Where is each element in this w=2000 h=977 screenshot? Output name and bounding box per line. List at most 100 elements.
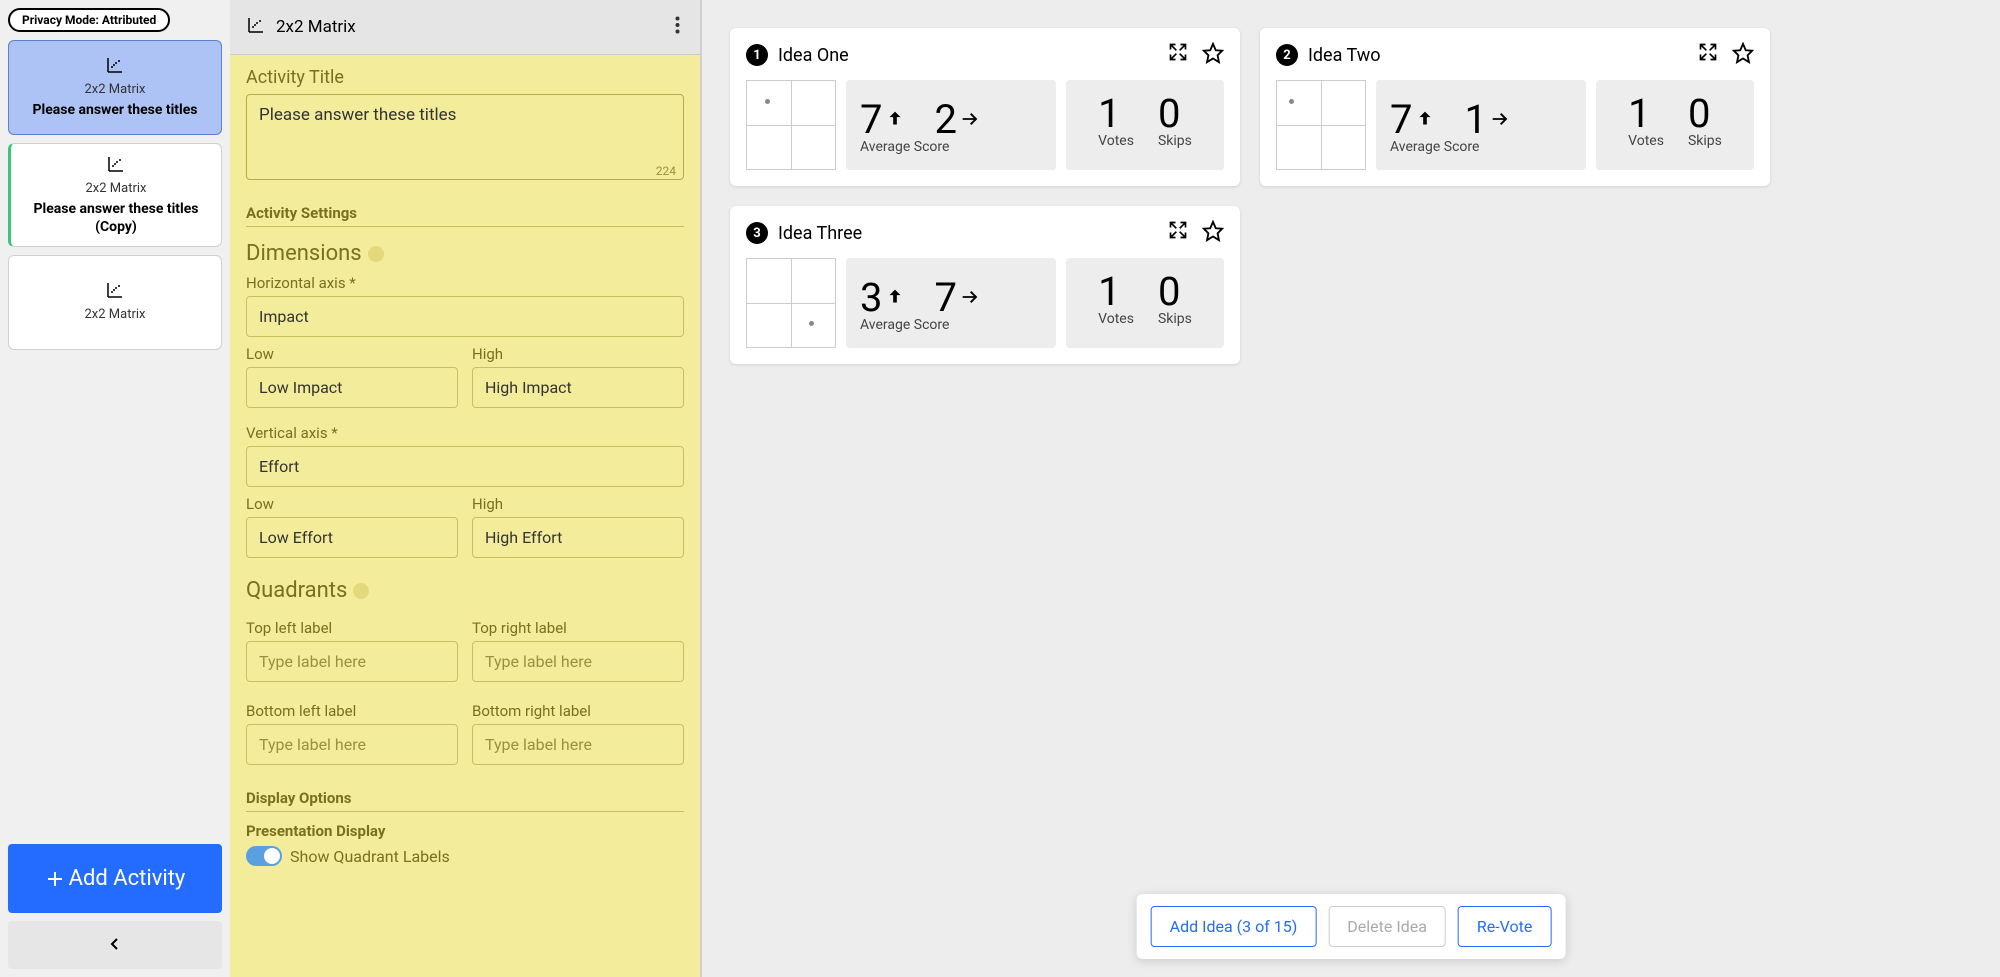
add-idea-button[interactable]: Add Idea (3 of 15) — [1151, 906, 1317, 947]
activity-card-1[interactable]: 2x2 Matrix Please answer these titles — [8, 40, 222, 135]
expand-icon[interactable] — [1698, 42, 1718, 68]
skips-count: 0 — [1158, 268, 1192, 315]
more-options-button[interactable] — [671, 12, 684, 42]
activity-title-label: Activity Title — [246, 67, 684, 88]
plus-icon — [45, 869, 65, 889]
privacy-mode-badge: Privacy Mode: Attributed — [8, 8, 170, 32]
skips-label: Skips — [1158, 133, 1192, 149]
score-vertical: 7 — [860, 96, 906, 143]
bottom-right-label: Bottom right label — [472, 702, 684, 720]
top-right-input[interactable] — [472, 641, 684, 682]
idea-card: 2 Idea Two 7 1 Average Score 1 Vo — [1260, 28, 1770, 186]
chevron-left-icon — [107, 936, 123, 952]
activity-title-input[interactable] — [246, 94, 684, 180]
votes-count: 1 — [1098, 268, 1134, 315]
matrix-thumbnail — [1276, 80, 1366, 170]
help-icon[interactable] — [368, 246, 384, 262]
h-high-input[interactable] — [472, 367, 684, 408]
top-left-input[interactable] — [246, 641, 458, 682]
activity-card-2[interactable]: 2x2 Matrix Please answer these ti­tles (… — [8, 143, 222, 247]
matrix-thumbnail — [746, 80, 836, 170]
horizontal-axis-label: Horizontal axis * — [246, 274, 684, 292]
activity-type: 2x2 Matrix — [85, 307, 146, 322]
add-activity-label: Add Activity — [69, 866, 186, 891]
display-options-label: Display Options — [246, 789, 684, 812]
activity-type: 2x2 Matrix — [86, 181, 147, 196]
idea-title: Idea Three — [778, 223, 1158, 244]
presentation-display-label: Presentation Display — [246, 822, 684, 840]
star-icon[interactable] — [1202, 220, 1224, 246]
idea-number: 3 — [746, 222, 768, 244]
score-vertical: 3 — [860, 274, 906, 321]
average-score-box: 3 7 Average Score — [846, 258, 1056, 348]
idea-title: Idea One — [778, 45, 1158, 66]
dimensions-heading: Dimensions — [246, 241, 684, 266]
matrix-thumbnail — [746, 258, 836, 348]
collapse-sidebar-button[interactable] — [8, 921, 222, 969]
skips-label: Skips — [1158, 311, 1192, 327]
matrix-icon — [105, 280, 125, 305]
star-icon[interactable] — [1732, 42, 1754, 68]
average-score-label: Average Score — [860, 317, 1042, 333]
high-label: High — [472, 345, 684, 363]
votes-skips-box: 1 Votes 0 Skips — [1066, 80, 1224, 170]
skips-count: 0 — [1158, 90, 1192, 137]
expand-icon[interactable] — [1168, 42, 1188, 68]
delete-idea-button[interactable]: Delete Idea — [1328, 906, 1446, 947]
matrix-icon — [246, 15, 266, 39]
average-score-label: Average Score — [1390, 139, 1572, 155]
top-right-label: Top right label — [472, 619, 684, 637]
v-low-input[interactable] — [246, 517, 458, 558]
vertical-axis-input[interactable] — [246, 446, 684, 487]
show-quadrant-labels-text: Show Quadrant Labels — [290, 847, 450, 866]
activity-card-3[interactable]: 2x2 Matrix — [8, 255, 222, 350]
activity-settings-panel: 2x2 Matrix Activity Title 224 Activity S… — [230, 0, 702, 977]
horizontal-axis-input[interactable] — [246, 296, 684, 337]
score-vertical: 7 — [1390, 96, 1436, 143]
votes-label: Votes — [1098, 133, 1134, 149]
matrix-icon — [106, 154, 126, 179]
expand-icon[interactable] — [1168, 220, 1188, 246]
skips-label: Skips — [1688, 133, 1722, 149]
idea-card: 1 Idea One 7 2 Average Score 1 Vo — [730, 28, 1240, 186]
score-horizontal: 1 — [1464, 96, 1510, 143]
char-count: 224 — [656, 164, 676, 178]
help-icon[interactable] — [353, 583, 369, 599]
bottom-left-label: Bottom left label — [246, 702, 458, 720]
matrix-icon — [105, 55, 125, 80]
votes-skips-box: 1 Votes 0 Skips — [1066, 258, 1224, 348]
high-label: High — [472, 495, 684, 513]
votes-skips-box: 1 Votes 0 Skips — [1596, 80, 1754, 170]
star-icon[interactable] — [1202, 42, 1224, 68]
activity-settings-label: Activity Settings — [246, 204, 684, 227]
votes-count: 1 — [1098, 90, 1134, 137]
average-score-box: 7 2 Average Score — [846, 80, 1056, 170]
show-quadrant-labels-toggle[interactable] — [246, 846, 282, 866]
vertical-dots-icon — [675, 16, 680, 34]
settings-header: 2x2 Matrix — [230, 0, 700, 55]
add-activity-button[interactable]: Add Activity — [8, 844, 222, 913]
activity-title: Please answer these titles — [33, 101, 198, 119]
average-score-label: Average Score — [860, 139, 1042, 155]
votes-count: 1 — [1628, 90, 1664, 137]
revote-button[interactable]: Re-Vote — [1458, 906, 1551, 947]
bottom-right-input[interactable] — [472, 724, 684, 765]
score-horizontal: 2 — [934, 96, 980, 143]
top-left-label: Top left label — [246, 619, 458, 637]
idea-number: 2 — [1276, 44, 1298, 66]
vertical-axis-label: Vertical axis * — [246, 424, 684, 442]
low-label: Low — [246, 345, 458, 363]
ideas-main-area: 1 Idea One 7 2 Average Score 1 Vo — [702, 0, 2000, 977]
skips-count: 0 — [1688, 90, 1722, 137]
settings-body: Activity Title 224 Activity Settings Dim… — [230, 55, 700, 977]
idea-card: 3 Idea Three 3 7 Average Score 1 — [730, 206, 1240, 364]
v-high-input[interactable] — [472, 517, 684, 558]
quadrants-heading: Quadrants — [246, 578, 684, 603]
bottom-left-input[interactable] — [246, 724, 458, 765]
low-label: Low — [246, 495, 458, 513]
idea-title: Idea Two — [1308, 45, 1688, 66]
action-bar: Add Idea (3 of 15) Delete Idea Re-Vote — [1137, 894, 1566, 959]
settings-title: 2x2 Matrix — [276, 17, 661, 37]
h-low-input[interactable] — [246, 367, 458, 408]
activity-type: 2x2 Matrix — [85, 82, 146, 97]
